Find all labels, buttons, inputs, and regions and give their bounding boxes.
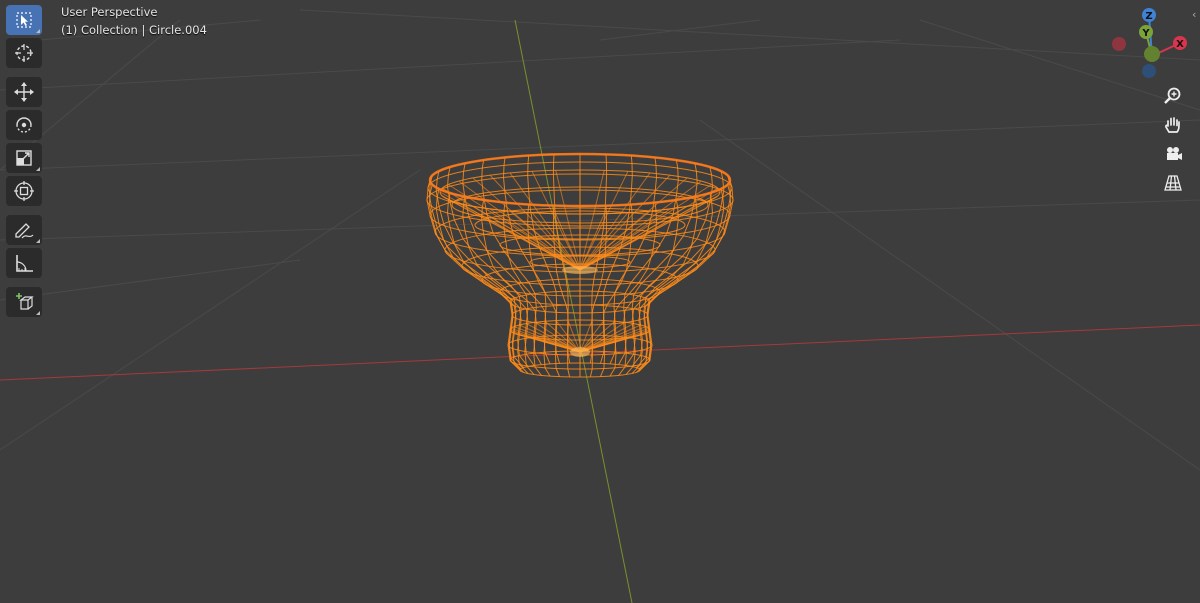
wireframe-bowl[interactable]	[426, 152, 734, 378]
add-cube-tool[interactable]	[6, 287, 42, 317]
pan-button[interactable]	[1160, 112, 1186, 138]
rotate-tool[interactable]	[6, 110, 42, 140]
grid-line	[0, 169, 421, 451]
camera-icon	[1167, 147, 1182, 160]
z-axis-label: Z	[1145, 11, 1152, 22]
select-box-icon	[16, 12, 32, 28]
rotate-icon	[16, 117, 32, 133]
transform-tool[interactable]	[6, 176, 42, 206]
wireframe-spoke	[441, 187, 581, 271]
measure-tool[interactable]	[6, 248, 42, 278]
cursor-tool[interactable]	[6, 38, 42, 68]
wireframe-spoke	[579, 187, 719, 271]
tool-shelf	[6, 5, 44, 320]
wireframe-center-highlight	[562, 266, 598, 274]
add-cube-icon	[16, 293, 34, 310]
cursor-icon	[15, 44, 33, 62]
annotate-icon	[15, 223, 34, 239]
hand-icon	[1165, 117, 1180, 133]
zoom-button[interactable]	[1160, 83, 1186, 109]
x-axis-line	[0, 324, 1200, 381]
sidebar-toggle[interactable]: ‹	[1192, 7, 1200, 23]
grid-line	[699, 119, 1200, 471]
grid-line	[599, 19, 761, 41]
select-box-tool[interactable]	[6, 5, 42, 35]
object-info: (1) Collection | Circle.004	[61, 23, 207, 37]
negative-x-axis-ball[interactable]	[1112, 37, 1126, 51]
negative-y-axis-ball[interactable]	[1144, 46, 1160, 62]
navigation-gizmo[interactable]: Z Y X	[1106, 4, 1190, 82]
transform-icon	[14, 181, 34, 201]
grid-line	[299, 9, 1200, 61]
perspective-toggle-button[interactable]	[1160, 170, 1186, 196]
3d-viewport[interactable]	[0, 0, 1200, 603]
scale-tool[interactable]	[6, 143, 42, 173]
measure-icon	[16, 255, 33, 272]
navigation-buttons	[1160, 83, 1190, 199]
zoom-icon	[1164, 87, 1181, 104]
y-axis-label: Y	[1141, 28, 1150, 39]
wireframe-base-highlight	[570, 347, 590, 357]
x-axis-label: X	[1176, 39, 1184, 50]
move-tool[interactable]	[6, 77, 42, 107]
viewport-canvas[interactable]	[0, 0, 1200, 603]
grid-line	[0, 39, 901, 91]
annotate-tool[interactable]	[6, 215, 42, 245]
move-icon	[14, 82, 34, 102]
view-name: User Perspective	[61, 5, 158, 19]
camera-view-button[interactable]	[1160, 141, 1186, 167]
negative-z-axis-ball[interactable]	[1142, 64, 1156, 78]
scale-icon	[16, 150, 32, 166]
grid-icon	[1164, 175, 1182, 191]
